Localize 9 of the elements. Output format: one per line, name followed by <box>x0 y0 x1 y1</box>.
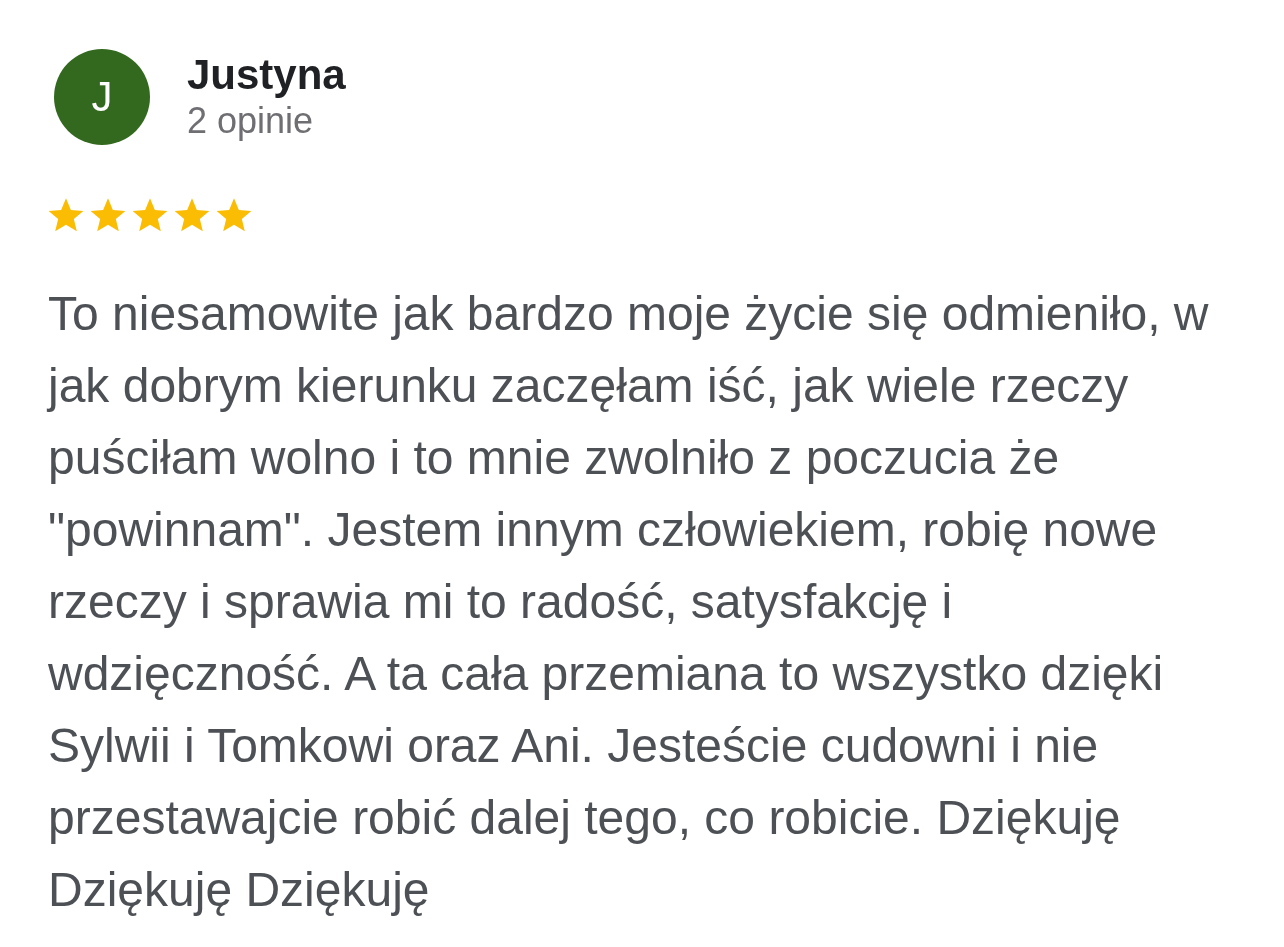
star-icon <box>90 198 126 233</box>
review-text: To niesamowite jak bardzo moje życie się odmieniło, w jak dobrym kierunku zaczęłam iść, jak wiele rzeczy puściłam wolno i to mnie zwolniło z poczucia że "powinnam". Jestem innym człowiekiem, robię nowe rzeczy i sprawia mi to radość, satysfakcję i wdzięczność. A ta cała przemiana to wszystko dzięki Sylwii i Tomkowi oraz Ani. Jesteście cudowni i nie przestawajcie robić dalej tego, co robicie. Dziękuję Dziękuję Dziękuję <box>48 286 1210 918</box>
star-icon <box>48 198 84 233</box>
star-icon <box>132 198 168 233</box>
star-icon <box>216 198 252 233</box>
reviewer-name: Justyna <box>187 51 346 99</box>
star-icon <box>174 198 210 233</box>
review-count: 2 opinie <box>187 99 314 143</box>
avatar: J <box>54 49 150 145</box>
